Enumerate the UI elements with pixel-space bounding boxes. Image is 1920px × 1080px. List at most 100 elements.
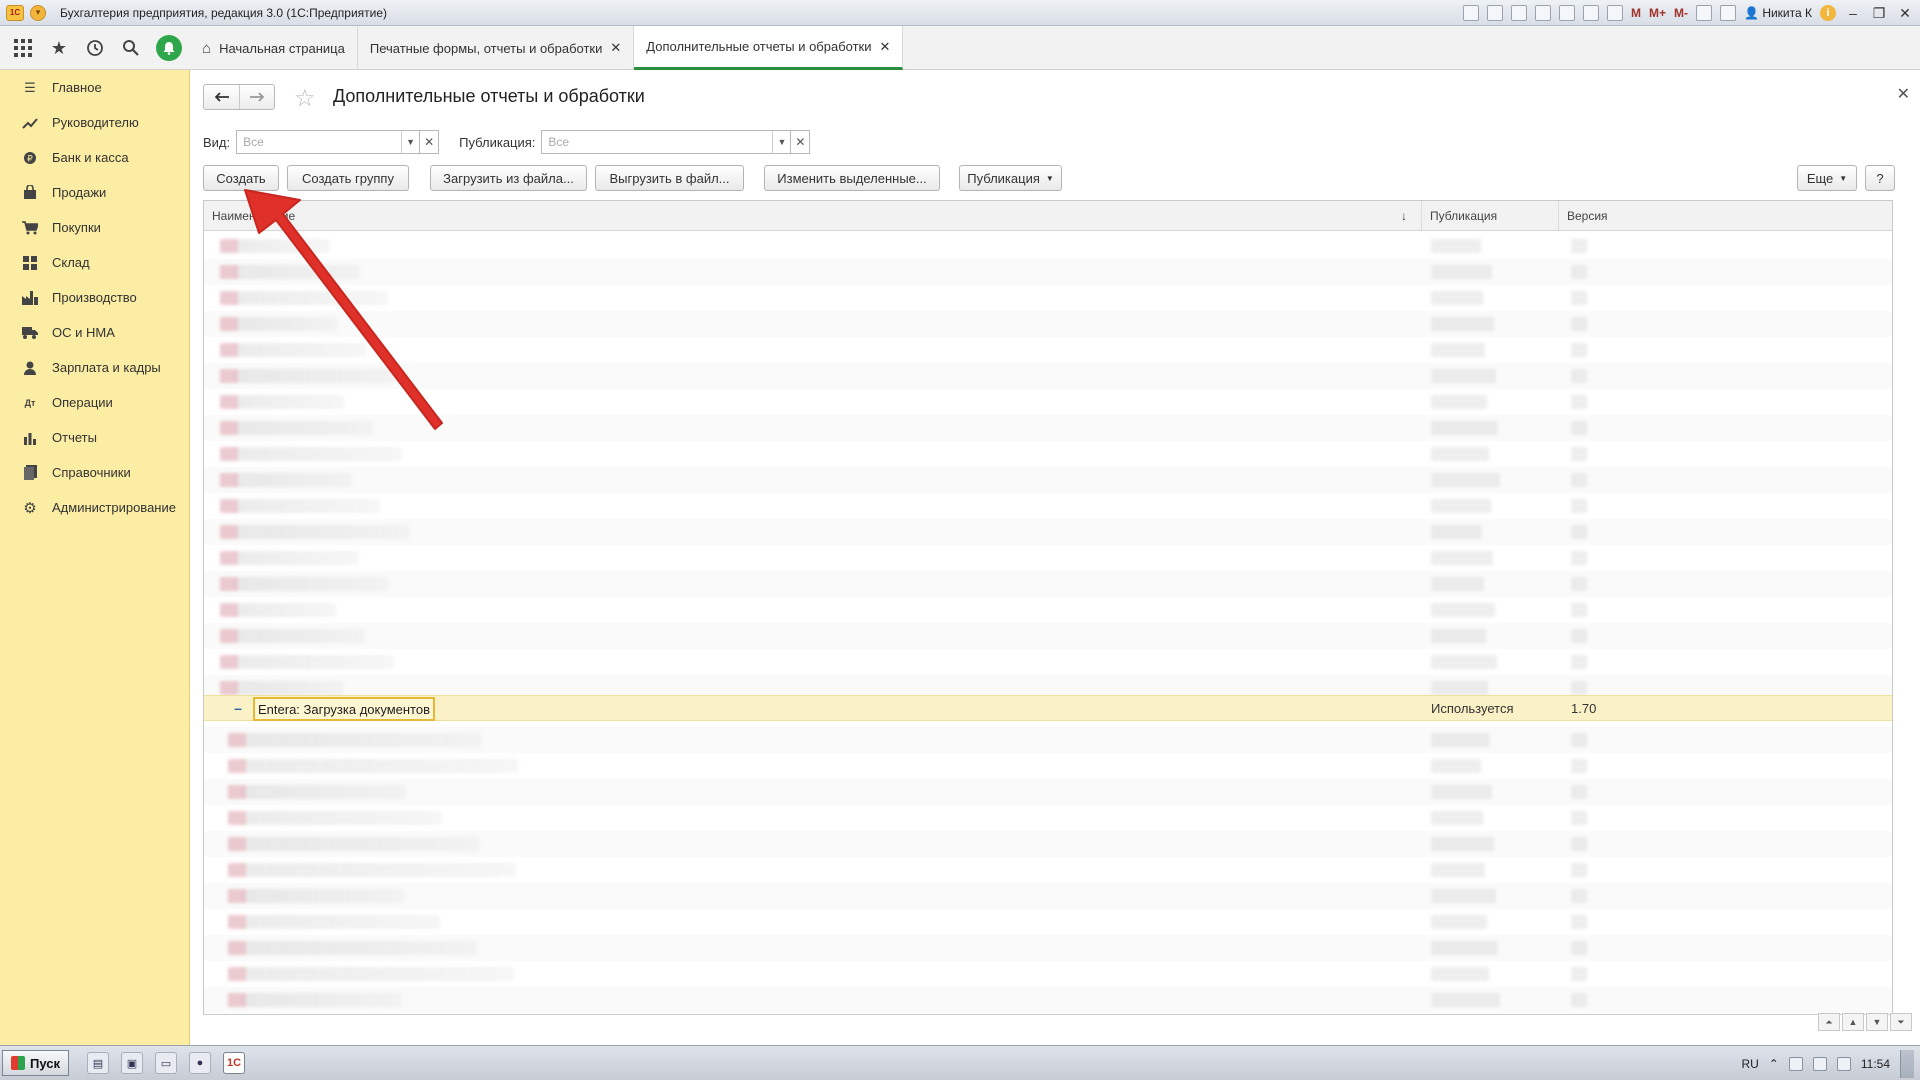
close-icon[interactable]: ✕ [880,39,891,55]
star-icon[interactable]: ★ [48,37,70,59]
clock[interactable]: 11:54 [1861,1057,1890,1071]
language-indicator[interactable]: RU [1741,1057,1758,1071]
table-row[interactable] [204,909,1892,935]
flag-icon[interactable] [1788,1056,1803,1071]
table-row[interactable] [204,311,1892,337]
change-selected-button[interactable]: Изменить выделенные... [764,165,940,191]
reports-table[interactable]: Наименование ↓ Публикация Версия – Enter… [203,200,1893,1015]
table-row[interactable] [204,779,1892,805]
clear-kind-icon[interactable]: ✕ [419,130,440,154]
table-row[interactable] [204,753,1892,779]
table-row[interactable] [204,545,1892,571]
start-button[interactable]: Пуск [2,1050,69,1076]
spreadsheet-icon[interactable] [1583,5,1600,21]
table-row[interactable] [204,259,1892,285]
sidebar-item-admin[interactable]: ⚙ Администрирование [0,490,189,525]
current-user[interactable]: 👤 Никита К [1744,6,1812,20]
close-window-icon[interactable]: ✕ [1896,5,1914,22]
network-icon[interactable] [1812,1056,1827,1071]
table-row[interactable] [204,467,1892,493]
table-row[interactable] [204,363,1892,389]
column-header-publication[interactable]: Публикация [1422,201,1559,230]
column-header-version[interactable]: Версия [1559,201,1892,230]
save-to-file-button[interactable]: Выгрузить в файл... [595,165,744,191]
sidebar-item-main[interactable]: ☰ Главное [0,70,189,105]
info-icon[interactable]: i [1820,5,1836,21]
chevron-down-icon[interactable]: ▼ [772,131,790,153]
create-group-button[interactable]: Создать группу [287,165,409,191]
load-from-file-button[interactable]: Загрузить из файла... [430,165,587,191]
minimize-icon[interactable]: – [1844,5,1862,21]
table-row[interactable] [204,961,1892,987]
preview-icon[interactable] [1511,5,1528,21]
back-button[interactable] [204,85,239,109]
scroll-up-icon[interactable]: ▲ [1842,1013,1864,1031]
close-icon[interactable]: ✕ [610,40,621,56]
clear-publication-icon[interactable]: ✕ [790,130,811,154]
scroll-bottom-icon[interactable]: ⏷ [1890,1013,1912,1031]
table-row[interactable] [204,519,1892,545]
table-row[interactable] [204,571,1892,597]
bell-icon[interactable] [156,35,182,61]
publication-filter-field[interactable]: Все ▼ [541,130,792,154]
tab-home[interactable]: ⌂ Начальная страница [190,26,358,70]
help-button[interactable]: ? [1865,165,1895,191]
restore-icon[interactable]: ❐ [1870,5,1888,22]
tray-expand-icon[interactable]: ⌃ [1769,1057,1779,1071]
grid-icon[interactable] [12,37,34,59]
publication-menu-button[interactable]: Публикация ▼ [959,165,1062,191]
show-desktop-button[interactable] [1900,1049,1914,1078]
column-header-name[interactable]: Наименование ↓ [204,201,1422,230]
table-row[interactable] [204,337,1892,363]
table-row[interactable] [204,493,1892,519]
table-row[interactable] [204,415,1892,441]
close-form-icon[interactable]: ✕ [1897,84,1910,104]
table-row[interactable] [204,597,1892,623]
table-row[interactable] [204,935,1892,961]
main-menu-icon[interactable]: ▾ [30,4,46,21]
scroll-top-icon[interactable]: ⏶ [1818,1013,1840,1031]
terminal-app-icon[interactable]: ▣ [121,1052,143,1074]
calendar-icon[interactable] [1607,5,1624,21]
create-button[interactable]: Создать [203,165,279,191]
more-button[interactable]: Еще ▼ [1797,165,1857,191]
search-icon[interactable] [120,37,142,59]
link-icon[interactable] [1559,5,1576,21]
memory-minus-button[interactable]: M- [1674,6,1688,20]
table-row[interactable] [204,649,1892,675]
collapse-icon[interactable]: – [232,700,244,716]
zoom-icon[interactable] [1696,5,1713,21]
network-app-icon[interactable]: ▤ [87,1052,109,1074]
sidebar-item-reports[interactable]: Отчеты [0,420,189,455]
table-row-selected[interactable]: – Entera: Загрузка документов Использует… [204,695,1892,721]
table-row[interactable] [204,831,1892,857]
sidebar-item-manager[interactable]: Руководителю [0,105,189,140]
save-icon[interactable] [1463,5,1480,21]
add-to-favorites-icon[interactable]: ☆ [294,84,316,113]
panels-icon[interactable] [1720,5,1737,21]
folder-app-icon[interactable]: ▭ [155,1052,177,1074]
sidebar-item-assets[interactable]: ОС и НМА [0,315,189,350]
sidebar-item-production[interactable]: Производство [0,280,189,315]
row-name-cell[interactable]: Entera: Загрузка документов [253,697,436,721]
table-row[interactable] [204,389,1892,415]
sidebar-item-sales[interactable]: Продажи [0,175,189,210]
table-row[interactable] [204,441,1892,467]
table-row[interactable] [204,987,1892,1013]
table-row[interactable] [204,727,1892,753]
sidebar-item-salary[interactable]: Зарплата и кадры [0,350,189,385]
forward-button[interactable] [239,85,274,109]
memory-plus-button[interactable]: M+ [1649,6,1666,20]
scroll-down-icon[interactable]: ▼ [1866,1013,1888,1031]
print-icon[interactable] [1487,5,1504,21]
download-icon[interactable] [1535,5,1552,21]
table-row[interactable] [204,233,1892,259]
chrome-app-icon[interactable]: ● [189,1052,211,1074]
table-row[interactable] [204,805,1892,831]
sidebar-item-purchases[interactable]: Покупки [0,210,189,245]
history-icon[interactable] [84,37,106,59]
volume-icon[interactable] [1836,1056,1851,1071]
sidebar-item-catalogs[interactable]: Справочники [0,455,189,490]
tab-additional-reports[interactable]: Дополнительные отчеты и обработки ✕ [634,26,904,70]
sidebar-item-bank[interactable]: ₽ Банк и касса [0,140,189,175]
